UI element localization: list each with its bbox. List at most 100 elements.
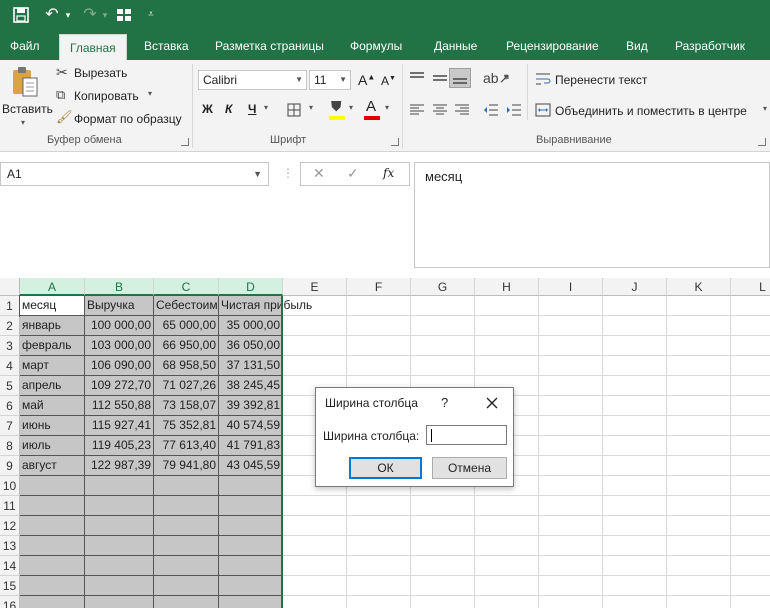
cell-i6[interactable]: [539, 396, 603, 416]
cell-f13[interactable]: [347, 536, 411, 556]
column-header-l[interactable]: L: [731, 278, 770, 296]
cell-j8[interactable]: [603, 436, 667, 456]
tab-file[interactable]: Файл: [10, 32, 40, 60]
cell-l9[interactable]: [731, 456, 770, 476]
cell-a11[interactable]: [20, 496, 85, 516]
cell-e14[interactable]: [283, 556, 347, 576]
cell-a14[interactable]: [20, 556, 85, 576]
font-launcher-icon[interactable]: [391, 138, 399, 146]
cell-e16[interactable]: [283, 596, 347, 608]
cell-d9[interactable]: 43 045,59: [219, 456, 283, 476]
cell-b2[interactable]: 100 000,00: [85, 316, 154, 336]
cell-i12[interactable]: [539, 516, 603, 536]
cell-d15[interactable]: [219, 576, 283, 596]
column-header-h[interactable]: H: [475, 278, 539, 296]
row-header-13[interactable]: 13: [0, 536, 20, 556]
row-header-16[interactable]: 16: [0, 596, 20, 608]
cell-j9[interactable]: [603, 456, 667, 476]
align-bottom-button[interactable]: [449, 68, 471, 88]
cell-f14[interactable]: [347, 556, 411, 576]
copy-dropdown-icon[interactable]: ▾: [148, 89, 152, 98]
cell-f2[interactable]: [347, 316, 411, 336]
customize-toolbar-icon[interactable]: ⩡: [144, 4, 158, 26]
copy-button[interactable]: Копировать: [74, 89, 139, 103]
cell-b6[interactable]: 112 550,88: [85, 396, 154, 416]
cell-a5[interactable]: апрель: [20, 376, 85, 396]
cell-i3[interactable]: [539, 336, 603, 356]
row-header-3[interactable]: 3: [0, 336, 20, 356]
column-header-j[interactable]: J: [603, 278, 667, 296]
cell-l2[interactable]: [731, 316, 770, 336]
cell-a12[interactable]: [20, 516, 85, 536]
cell-c8[interactable]: 77 613,40: [154, 436, 219, 456]
italic-button[interactable]: К: [225, 102, 232, 116]
column-header-c[interactable]: C: [154, 278, 219, 296]
tab-insert[interactable]: Вставка: [144, 32, 189, 60]
cell-a2[interactable]: январь: [20, 316, 85, 336]
cell-c10[interactable]: [154, 476, 219, 496]
alignment-launcher-icon[interactable]: [758, 138, 766, 146]
cell-k16[interactable]: [667, 596, 731, 608]
cell-e1[interactable]: [283, 296, 347, 316]
cell-d2[interactable]: 35 000,00: [219, 316, 283, 336]
clipboard-launcher-icon[interactable]: [181, 138, 189, 146]
cut-button[interactable]: Вырезать: [74, 66, 127, 80]
cell-j12[interactable]: [603, 516, 667, 536]
cell-d6[interactable]: 39 392,81: [219, 396, 283, 416]
cell-f3[interactable]: [347, 336, 411, 356]
cell-d10[interactable]: [219, 476, 283, 496]
cell-e2[interactable]: [283, 316, 347, 336]
tab-home[interactable]: Главная: [59, 34, 127, 60]
font-size-select[interactable]: 11 ▼: [309, 70, 351, 90]
cell-g15[interactable]: [411, 576, 475, 596]
cell-i4[interactable]: [539, 356, 603, 376]
redo-icon[interactable]: ↷: [80, 4, 100, 26]
cell-a1[interactable]: месяц: [19, 295, 86, 317]
cell-g16[interactable]: [411, 596, 475, 608]
row-header-6[interactable]: 6: [0, 396, 20, 416]
cell-h16[interactable]: [475, 596, 539, 608]
cell-l11[interactable]: [731, 496, 770, 516]
cell-d1[interactable]: Чистая прибыль: [219, 296, 312, 316]
insert-function-icon[interactable]: fx: [383, 166, 394, 180]
cell-l16[interactable]: [731, 596, 770, 608]
row-header-7[interactable]: 7: [0, 416, 20, 436]
cell-k7[interactable]: [667, 416, 731, 436]
cell-j5[interactable]: [603, 376, 667, 396]
cell-d5[interactable]: 38 245,45: [219, 376, 283, 396]
orientation-dropdown-icon[interactable]: ▾: [504, 73, 508, 82]
underline-button[interactable]: Ч: [248, 102, 256, 116]
cell-i11[interactable]: [539, 496, 603, 516]
cell-e11[interactable]: [283, 496, 347, 516]
cell-c6[interactable]: 73 158,07: [154, 396, 219, 416]
cell-l8[interactable]: [731, 436, 770, 456]
row-header-8[interactable]: 8: [0, 436, 20, 456]
row-header-1[interactable]: 1: [0, 296, 20, 316]
cell-c7[interactable]: 75 352,81: [154, 416, 219, 436]
cell-c5[interactable]: 71 027,26: [154, 376, 219, 396]
cell-k12[interactable]: [667, 516, 731, 536]
merge-dropdown-icon[interactable]: ▾: [763, 104, 767, 113]
cell-c1[interactable]: Себестоимость: [154, 296, 219, 316]
fill-color-dropdown-icon[interactable]: ▾: [349, 103, 353, 112]
grow-font-button[interactable]: A▲: [358, 72, 375, 88]
row-header-9[interactable]: 9: [0, 456, 20, 476]
name-box[interactable]: A1 ▼: [0, 162, 269, 186]
cell-b4[interactable]: 106 090,00: [85, 356, 154, 376]
cell-a15[interactable]: [20, 576, 85, 596]
cell-i16[interactable]: [539, 596, 603, 608]
cell-g11[interactable]: [411, 496, 475, 516]
cell-g12[interactable]: [411, 516, 475, 536]
cell-c9[interactable]: 79 941,80: [154, 456, 219, 476]
cell-f4[interactable]: [347, 356, 411, 376]
cell-c16[interactable]: [154, 596, 219, 608]
undo-icon[interactable]: ↶: [42, 4, 62, 26]
cell-l3[interactable]: [731, 336, 770, 356]
cell-b8[interactable]: 119 405,23: [85, 436, 154, 456]
cell-g1[interactable]: [411, 296, 475, 316]
cell-g4[interactable]: [411, 356, 475, 376]
cell-f1[interactable]: [347, 296, 411, 316]
align-right-icon[interactable]: [454, 104, 470, 116]
cell-k8[interactable]: [667, 436, 731, 456]
row-header-12[interactable]: 12: [0, 516, 20, 536]
